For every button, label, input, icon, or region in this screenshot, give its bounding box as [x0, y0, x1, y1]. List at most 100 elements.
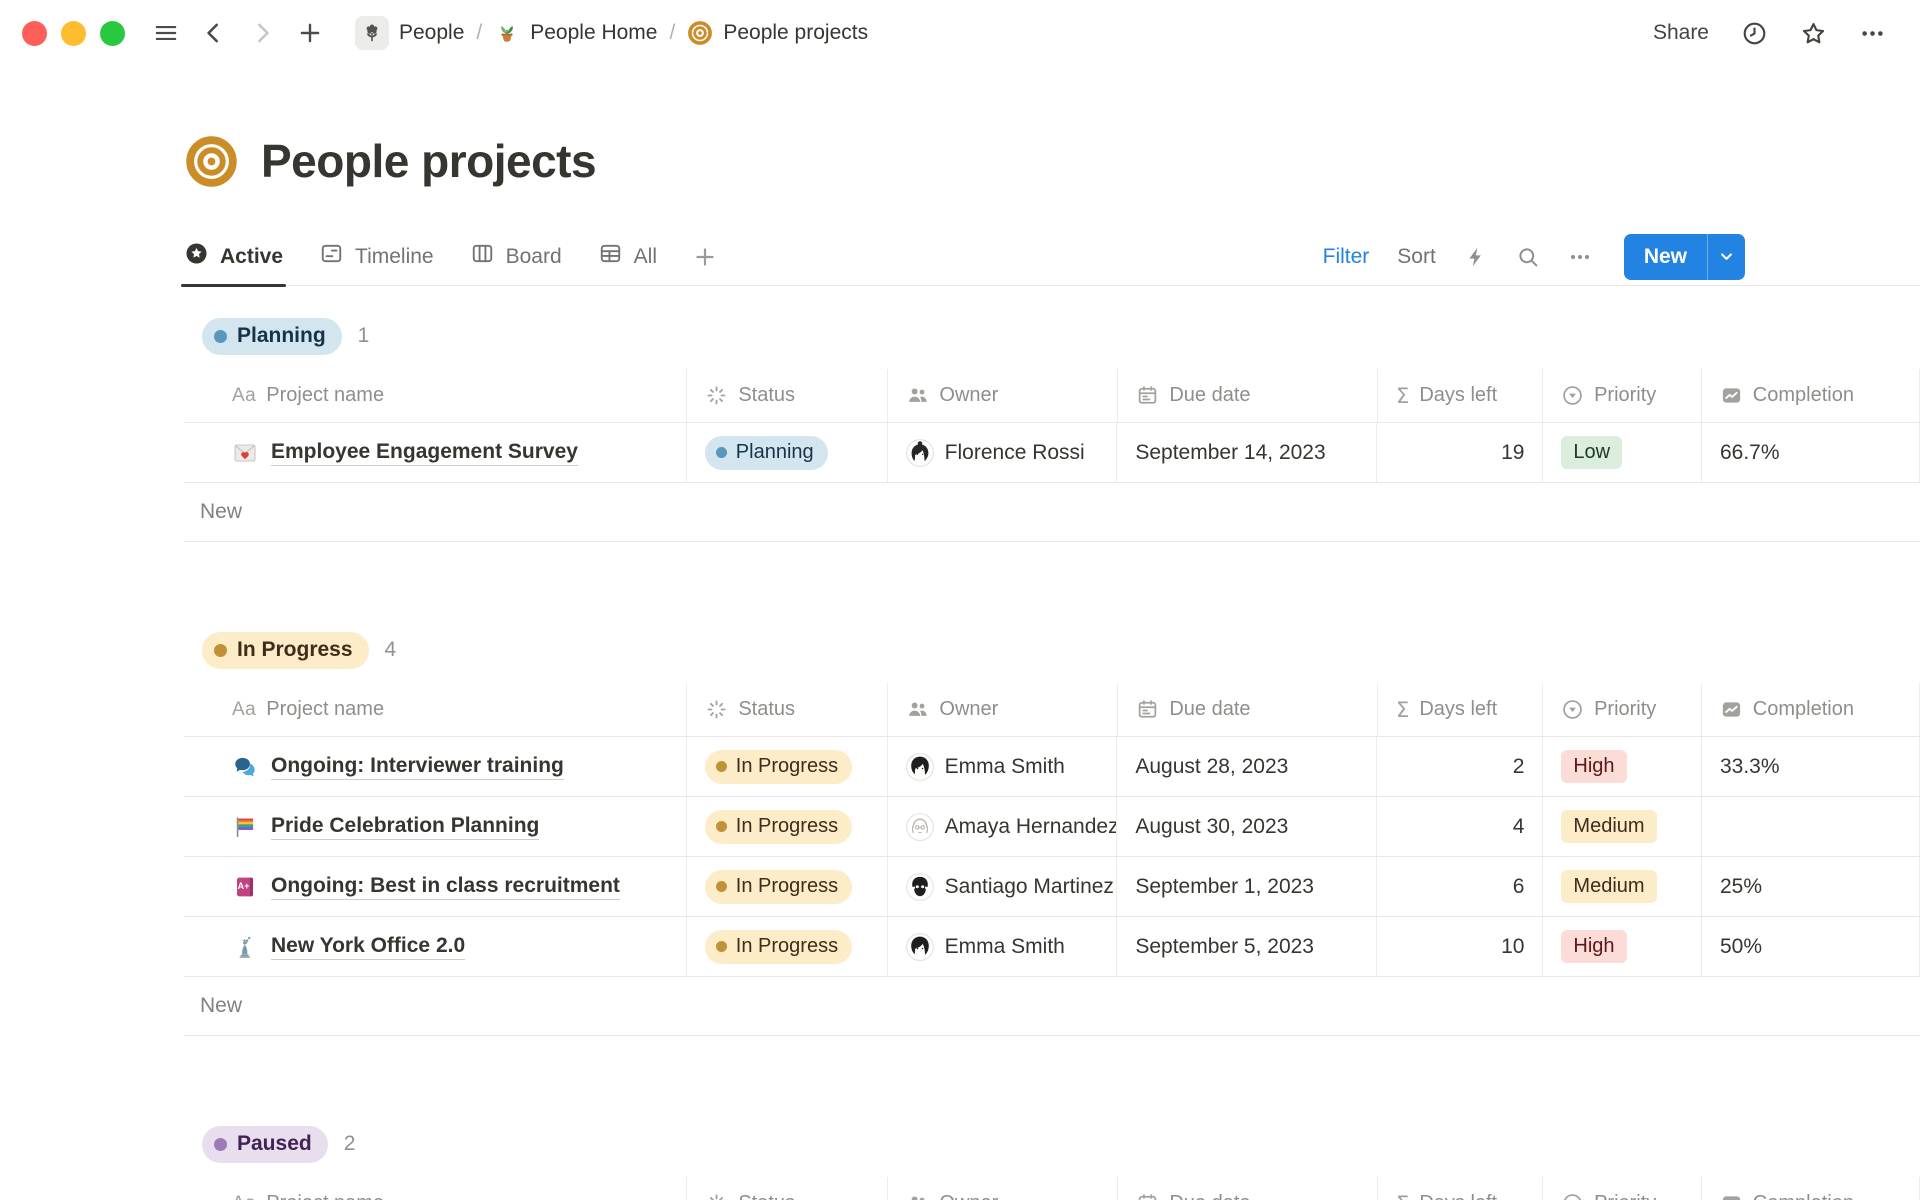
priority-cell[interactable]: High: [1543, 917, 1702, 976]
owner-cell[interactable]: Santiago Martinez: [888, 857, 1118, 916]
automation-bolt-icon[interactable]: [1464, 245, 1488, 269]
share-button[interactable]: Share: [1653, 21, 1709, 45]
column-header-name[interactable]: Aa Project name: [184, 369, 687, 422]
sidebar-toggle-icon[interactable]: [149, 16, 183, 50]
column-header-days[interactable]: Σ Days left: [1378, 683, 1543, 736]
new-dropdown-chevron-icon[interactable]: [1707, 234, 1745, 280]
column-header-completion[interactable]: Completion: [1702, 1177, 1920, 1200]
status-cell[interactable]: In Progress: [687, 857, 888, 916]
column-header-owner[interactable]: Owner: [888, 1177, 1118, 1200]
column-header-due[interactable]: Due date: [1118, 683, 1378, 736]
completion-cell[interactable]: 25%: [1702, 857, 1920, 916]
priority-cell[interactable]: Medium: [1543, 797, 1702, 856]
sort-button[interactable]: Sort: [1397, 245, 1436, 269]
column-header-name[interactable]: Aa Project name: [184, 1177, 687, 1200]
sigma-icon: Σ: [1396, 384, 1409, 408]
view-more-icon[interactable]: [1568, 245, 1592, 269]
days-left-cell[interactable]: 10: [1377, 917, 1544, 976]
column-header-owner[interactable]: Owner: [888, 369, 1118, 422]
owner-cell[interactable]: Amaya Hernandez: [888, 797, 1118, 856]
project-name-cell[interactable]: Pride Celebration Planning: [184, 797, 687, 856]
group-status-pill[interactable]: Paused: [202, 1126, 328, 1163]
column-header-completion[interactable]: Completion: [1702, 683, 1920, 736]
project-name-link[interactable]: Ongoing: Interviewer training: [271, 754, 564, 780]
owner-cell[interactable]: Emma Smith: [888, 917, 1118, 976]
completion-value: 66.7%: [1720, 441, 1780, 465]
due-date-cell[interactable]: September 1, 2023: [1117, 857, 1376, 916]
priority-cell[interactable]: Low: [1543, 423, 1702, 482]
column-header-name[interactable]: Aa Project name: [184, 683, 687, 736]
due-date-cell[interactable]: September 14, 2023: [1117, 423, 1376, 482]
project-name-cell[interactable]: New York Office 2.0: [184, 917, 687, 976]
updates-clock-icon[interactable]: [1741, 20, 1768, 47]
group-status-label: In Progress: [237, 638, 353, 662]
column-header-status[interactable]: Status: [687, 683, 888, 736]
status-cell[interactable]: In Progress: [687, 917, 888, 976]
due-date-cell[interactable]: August 28, 2023: [1117, 737, 1376, 796]
due-date-cell[interactable]: September 5, 2023: [1117, 917, 1376, 976]
forward-icon[interactable]: [245, 16, 279, 50]
back-icon[interactable]: [197, 16, 231, 50]
owner-cell[interactable]: Emma Smith: [888, 737, 1118, 796]
days-left-cell[interactable]: 4: [1377, 797, 1544, 856]
project-name-cell[interactable]: A+ Ongoing: Best in class recruitment: [184, 857, 687, 916]
favorite-star-icon[interactable]: [1800, 20, 1827, 47]
breadcrumb-item[interactable]: People projects: [679, 16, 876, 50]
search-icon[interactable]: [1516, 245, 1540, 269]
filter-button[interactable]: Filter: [1323, 245, 1370, 269]
status-cell[interactable]: In Progress: [687, 737, 888, 796]
column-header-days[interactable]: Σ Days left: [1378, 369, 1543, 422]
owner-cell[interactable]: Florence Rossi: [888, 423, 1118, 482]
column-header-due[interactable]: Due date: [1118, 1177, 1378, 1200]
project-name-link[interactable]: New York Office 2.0: [271, 934, 465, 960]
completion-cell[interactable]: 66.7%: [1702, 423, 1920, 482]
status-cell[interactable]: Planning: [687, 423, 888, 482]
zoom-window-button[interactable]: [100, 21, 125, 46]
project-name-link[interactable]: Ongoing: Best in class recruitment: [271, 874, 620, 900]
priority-cell[interactable]: High: [1543, 737, 1702, 796]
close-window-button[interactable]: [22, 21, 47, 46]
minimize-window-button[interactable]: [61, 21, 86, 46]
completion-cell[interactable]: 33.3%: [1702, 737, 1920, 796]
column-header-due[interactable]: Due date: [1118, 369, 1378, 422]
group-status-pill[interactable]: In Progress: [202, 632, 369, 669]
project-name-link[interactable]: Employee Engagement Survey: [271, 440, 578, 466]
tab-timeline[interactable]: Timeline: [319, 228, 434, 285]
more-options-icon[interactable]: [1859, 20, 1886, 47]
page-title[interactable]: People projects: [261, 134, 596, 188]
group-status-pill[interactable]: Planning: [202, 318, 342, 355]
new-row-button[interactable]: New: [184, 977, 1920, 1036]
days-left-cell[interactable]: 19: [1377, 423, 1544, 482]
column-header-owner[interactable]: Owner: [888, 683, 1118, 736]
tab-all[interactable]: All: [598, 228, 657, 285]
add-view-icon[interactable]: [693, 245, 717, 269]
column-header-status[interactable]: Status: [687, 369, 888, 422]
completion-cell[interactable]: [1702, 797, 1920, 856]
status-cell[interactable]: In Progress: [687, 797, 888, 856]
column-header-priority[interactable]: Priority: [1543, 683, 1702, 736]
days-left-cell[interactable]: 2: [1377, 737, 1544, 796]
page-target-icon[interactable]: [184, 134, 239, 189]
status-dot: [716, 761, 727, 772]
tab-board[interactable]: Board: [470, 228, 562, 285]
priority-cell[interactable]: Medium: [1543, 857, 1702, 916]
new-button-label[interactable]: New: [1624, 234, 1707, 280]
project-name-cell[interactable]: Ongoing: Interviewer training: [184, 737, 687, 796]
tab-active[interactable]: Active: [184, 228, 283, 285]
new-row-button[interactable]: New: [184, 483, 1920, 542]
status-dot: [214, 330, 227, 343]
breadcrumb-item[interactable]: People: [347, 12, 472, 54]
due-date-cell[interactable]: August 30, 2023: [1117, 797, 1376, 856]
new-tab-icon[interactable]: [293, 16, 327, 50]
column-header-completion[interactable]: Completion: [1702, 369, 1920, 422]
column-header-priority[interactable]: Priority: [1543, 369, 1702, 422]
days-left-cell[interactable]: 6: [1377, 857, 1544, 916]
completion-cell[interactable]: 50%: [1702, 917, 1920, 976]
breadcrumb-item[interactable]: People Home: [486, 16, 665, 50]
column-header-priority[interactable]: Priority: [1543, 1177, 1702, 1200]
project-name-link[interactable]: Pride Celebration Planning: [271, 814, 539, 840]
love-letter-icon: [232, 440, 258, 466]
project-name-cell[interactable]: Employee Engagement Survey: [184, 423, 687, 482]
column-header-status[interactable]: Status: [687, 1177, 888, 1200]
column-header-days[interactable]: Σ Days left: [1378, 1177, 1543, 1200]
